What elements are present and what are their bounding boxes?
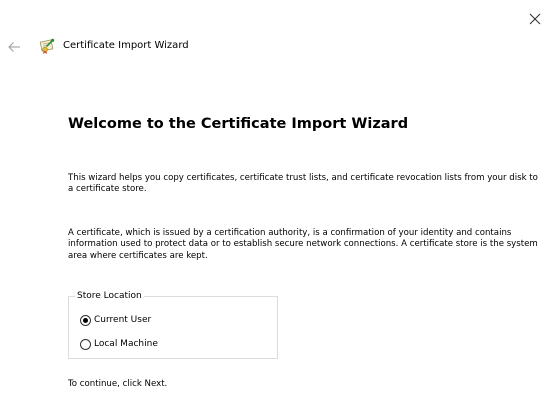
radio-current-user[interactable]: Current User	[80, 313, 151, 327]
intro-paragraph: This wizard helps you copy certificates,…	[68, 173, 538, 195]
page-title: Welcome to the Certificate Import Wizard	[68, 116, 409, 132]
window-title: Certificate Import Wizard	[63, 40, 189, 51]
close-button[interactable]	[526, 10, 544, 28]
store-location-group: Store Location Current User Local Machin…	[68, 290, 278, 359]
radio-local-machine-label[interactable]: Local Machine	[94, 338, 158, 350]
close-icon	[529, 13, 541, 25]
back-arrow-icon	[8, 42, 20, 52]
back-button[interactable]	[7, 39, 21, 53]
radio-current-user-label[interactable]: Current User	[94, 314, 151, 326]
store-location-legend: Store Location	[75, 290, 144, 302]
certificate-description-paragraph: A certificate, which is issued by a cert…	[68, 228, 538, 261]
radio-unselected-icon[interactable]	[80, 338, 91, 350]
certificate-icon	[38, 37, 56, 55]
certificate-import-wizard-window: Certificate Import Wizard Welcome to the…	[0, 0, 550, 394]
continue-instruction: To continue, click Next.	[68, 379, 168, 389]
wizard-nav-bar: Certificate Import Wizard	[0, 36, 550, 58]
radio-local-machine[interactable]: Local Machine	[80, 337, 158, 351]
radio-selected-icon[interactable]	[80, 314, 91, 326]
radio-dot	[83, 317, 88, 323]
